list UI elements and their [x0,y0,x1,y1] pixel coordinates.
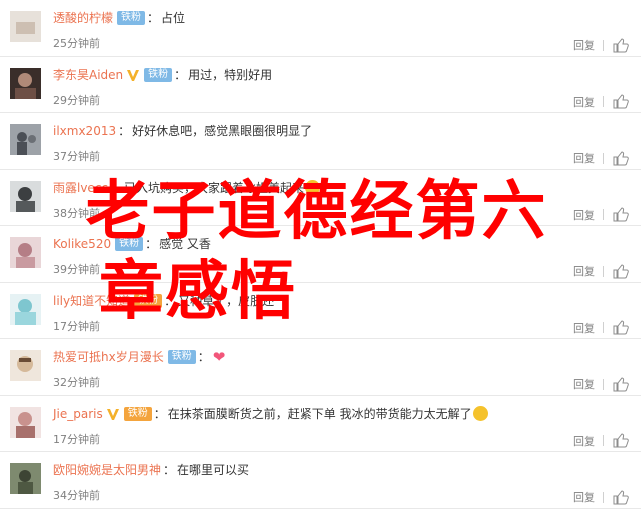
avatar[interactable] [10,124,41,155]
comment-text: 感觉 又香 [159,237,211,251]
avatar[interactable] [10,11,41,42]
comment-item: 欧阳婉婉是太阳男神 ： 在哪里可以买 34分钟前 回复 [0,452,641,509]
comment-username[interactable]: 透酸的柠檬 [53,9,113,27]
comment-item: 热爱可抵hx岁月漫长 铁粉 ： ❤ 32分钟前 回复 [0,339,641,396]
colon-separator: ： [164,293,177,308]
action-divider [603,435,604,446]
avatar[interactable] [10,180,41,212]
comment-item: Jie_paris 铁粉 ： 在抹茶面膜断货之前，赶紧下单 我冰的带货能力太无解… [0,396,641,452]
reply-button[interactable]: 回复 [573,489,595,505]
comment-username[interactable]: 李东昊Aiden [53,66,123,84]
colon-separator: ： [118,124,131,138]
comment-time: 34分钟前 [53,489,100,502]
avatar[interactable] [10,463,41,494]
comment-time: 29分钟前 [53,93,100,107]
comment-text: 又种草了，皮肤还 [178,293,275,308]
heart-emoji-icon: ❤ [212,347,226,366]
fan-badge: 铁粉 [115,237,144,251]
fan-badge: 铁粉 [167,350,196,364]
comment-username[interactable]: 雨露lvecc [53,179,108,197]
comment-text: 好好休息吧，感觉黑眼圈很明显了 [132,124,313,138]
colon-separator: ： [110,180,123,195]
thumbs-up-icon[interactable] [613,320,629,335]
thumbs-up-icon[interactable] [613,433,629,448]
comment-list: 透酸的柠檬 铁粉 ： 占位 25分钟前 回复 李东昊Aiden 铁粉 ： 用过，… [0,0,641,509]
action-divider [603,96,604,107]
colon-separator: ： [163,463,176,477]
action-divider [603,152,604,164]
comment-text: 已入坑购买，大家跟着冰姐美起来 [124,180,305,195]
reply-button[interactable]: 回复 [573,433,595,449]
comment-time: 25分钟前 [53,37,100,50]
comment-username[interactable]: 热爱可抵hx岁月漫长 [53,348,164,366]
comment-username[interactable]: Jie_paris [53,405,103,423]
comment-text: 在哪里可以买 [177,463,250,477]
comment-time: 38分钟前 [53,206,100,220]
avatar[interactable] [10,350,41,381]
verified-icon [126,68,140,82]
avatar[interactable] [10,293,41,325]
comment-time: 32分钟前 [53,376,100,389]
fan-badge: 铁粉 [144,67,173,82]
colon-separator: ： [174,67,187,82]
action-divider [603,491,604,503]
thumbs-up-icon[interactable] [613,207,629,222]
reply-button[interactable]: 回复 [573,94,595,110]
reply-button[interactable]: 回复 [573,207,595,223]
verified-icon [106,407,120,421]
comment-username[interactable]: Kolike520 [53,235,111,253]
colon-separator: ： [197,350,210,364]
comment-time: 39分钟前 [53,263,100,276]
reply-button[interactable]: 回复 [573,37,595,53]
comment-text: 占位 [161,11,186,25]
colon-separator: ： [153,406,166,421]
comment-item: 透酸的柠檬 铁粉 ： 占位 25分钟前 回复 [0,0,641,57]
action-divider [603,39,604,51]
comment-username[interactable]: 欧阳婉婉是太阳男神 [53,461,161,479]
reply-button[interactable]: 回复 [573,150,595,166]
thumbs-up-icon[interactable] [613,150,629,166]
comment-text: 在抹茶面膜断货之前，赶紧下单 我冰的带货能力太无解了 [167,406,472,421]
action-divider [603,378,604,390]
comment-time: 37分钟前 [53,150,100,163]
fan-badge: 铁粉 [117,11,146,25]
reply-button[interactable]: 回复 [573,320,595,336]
avatar[interactable] [10,406,41,438]
smile-emoji-icon [472,406,488,421]
comment-text: 用过，特别好用 [188,67,273,82]
avatar[interactable] [10,237,41,268]
comment-item: lily知道不知道 铁粉 ： 又种草了，皮肤还 17分钟前 回复 [0,283,641,339]
colon-separator: ： [147,11,160,25]
smile-emoji-icon [305,180,321,195]
comment-username[interactable]: ilxmx2013 [53,122,116,140]
comment-item: 雨露lvecc ： 已入坑购买，大家跟着冰姐美起来 38分钟前 回复 [0,170,641,226]
colon-separator: ： [145,237,158,251]
action-divider [603,265,604,277]
fan-badge: 铁粉 [123,406,152,421]
thumbs-up-icon[interactable] [613,94,629,109]
thumbs-up-icon[interactable] [613,263,629,279]
avatar[interactable] [10,67,41,99]
comment-item: Kolike520 铁粉 ： 感觉 又香 39分钟前 回复 [0,226,641,283]
comment-item: 李东昊Aiden 铁粉 ： 用过，特别好用 29分钟前 回复 [0,57,641,113]
comment-username[interactable]: lily知道不知道 [53,292,130,310]
thumbs-up-icon[interactable] [613,376,629,392]
action-divider [603,209,604,220]
reply-button[interactable]: 回复 [573,263,595,279]
comment-time: 17分钟前 [53,432,100,446]
thumbs-up-icon[interactable] [613,37,629,53]
comment-item: ilxmx2013 ： 好好休息吧，感觉黑眼圈很明显了 37分钟前 回复 [0,113,641,170]
thumbs-up-icon[interactable] [613,489,629,505]
fan-badge: 铁粉 [134,293,163,308]
action-divider [603,322,604,333]
reply-button[interactable]: 回复 [573,376,595,392]
comment-time: 17分钟前 [53,319,100,333]
